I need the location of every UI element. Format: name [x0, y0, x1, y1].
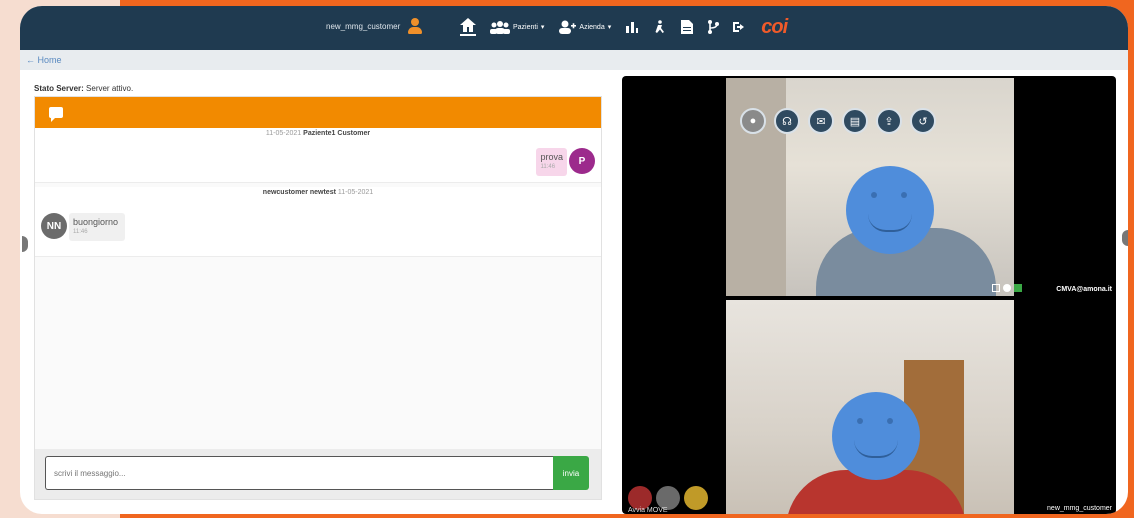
video-mini-icons — [992, 284, 1022, 292]
message-meta: 11-05-2021 Paziente1 Customer — [35, 128, 601, 137]
nav-home[interactable] — [460, 18, 476, 36]
home-icon — [460, 18, 476, 32]
nav-branch[interactable] — [707, 20, 720, 34]
video-panel: ● ☊ ✉ ▤ ⇪ ↺ CMVA@amona.it new_mmg_custom… — [622, 76, 1116, 514]
message-time: 11:46 — [73, 229, 88, 235]
message-author: Paziente1 Customer — [303, 130, 371, 137]
nav-accessibility[interactable] — [653, 20, 667, 34]
call-controls: ● ☊ ✉ ▤ ⇪ ↺ — [740, 108, 936, 134]
chat-header — [35, 97, 601, 128]
accessibility-icon — [655, 20, 665, 33]
chart-icon — [626, 22, 639, 33]
breadcrumb: ← Home — [20, 50, 1128, 70]
nav-azienda[interactable]: Azienda ▾ — [558, 20, 611, 34]
user-icon — [408, 18, 423, 34]
logo: coi — [761, 15, 788, 38]
pin-icon[interactable] — [1003, 284, 1011, 292]
nav-logout[interactable] — [733, 20, 747, 34]
message-time: 11:46 — [540, 164, 556, 170]
avatar: NN — [41, 213, 67, 239]
app-window: new_mmg_customer Pazienti ▾ Azienda ▾ co… — [20, 6, 1128, 514]
user-plus-icon — [559, 20, 577, 34]
bottom-label: Avvia MOVE — [628, 507, 668, 514]
record-icon[interactable]: ● — [740, 108, 766, 134]
nav-azienda-label: Azienda — [579, 23, 605, 31]
message-date: 11-05-2021 — [337, 189, 374, 196]
breadcrumb-home-label: Home — [37, 55, 62, 65]
local-video — [726, 300, 1014, 514]
refresh-icon[interactable]: ↺ — [910, 108, 936, 134]
remote-participant-label: CMVA@amona.it — [1056, 286, 1112, 293]
nav-document[interactable] — [681, 20, 694, 34]
message-text: buongiorno — [73, 217, 119, 227]
logout-icon — [733, 22, 745, 32]
user-box[interactable]: new_mmg_customer — [326, 18, 423, 34]
message-author: newcustomer newtest — [262, 189, 336, 196]
avatar: P — [569, 148, 595, 174]
local-participant-label: new_mmg_customer — [1047, 505, 1112, 512]
branch-icon — [708, 20, 720, 34]
document-icon — [681, 20, 694, 34]
face-blur-smiley — [832, 392, 920, 480]
server-status-label: Stato Server: — [34, 84, 84, 93]
chat-icon — [49, 107, 63, 122]
headset-icon[interactable]: ☊ — [774, 108, 800, 134]
chat-message: newcustomer newtest 11-05-2021 NN buongi… — [35, 187, 601, 257]
username: new_mmg_customer — [326, 21, 401, 31]
message-bubble: prova 11:46 — [536, 148, 567, 176]
left-handle[interactable] — [22, 236, 28, 252]
nav-pazienti-label: Pazienti — [513, 23, 538, 31]
message-meta: newcustomer newtest 11-05-2021 — [35, 187, 601, 196]
expand-icon[interactable] — [992, 284, 1000, 292]
breadcrumb-home[interactable]: ← Home — [26, 55, 62, 65]
server-status: Stato Server: Server attivo. — [34, 84, 133, 93]
top-navbar: new_mmg_customer Pazienti ▾ Azienda ▾ co… — [20, 6, 1128, 50]
file-icon[interactable]: ▤ — [842, 108, 868, 134]
send-button[interactable]: invia — [553, 456, 589, 490]
chat-message: 11-05-2021 Paziente1 Customer prova 11:4… — [35, 128, 601, 183]
message-input[interactable] — [45, 456, 553, 490]
users-icon — [490, 21, 510, 34]
server-status-value: Server attivo. — [86, 84, 134, 93]
chat-panel: 11-05-2021 Paziente1 Customer prova 11:4… — [34, 96, 602, 500]
chat-composer: invia — [35, 449, 601, 499]
nav-chart[interactable] — [625, 20, 639, 34]
face-blur-smiley — [846, 166, 934, 254]
camera-icon[interactable] — [1014, 284, 1022, 292]
right-handle[interactable] — [1122, 230, 1128, 246]
message-bubble: buongiorno 11:46 — [69, 213, 125, 241]
screen-share-icon[interactable] — [684, 486, 708, 510]
nav-pazienti[interactable]: Pazienti ▾ — [490, 20, 544, 34]
file-upload-icon[interactable]: ⇪ — [876, 108, 902, 134]
messenger-icon[interactable]: ✉ — [808, 108, 834, 134]
nav-items: Pazienti ▾ Azienda ▾ coi — [460, 14, 788, 40]
message-date: 11-05-2021 — [265, 130, 302, 137]
message-text: prova — [540, 152, 563, 162]
